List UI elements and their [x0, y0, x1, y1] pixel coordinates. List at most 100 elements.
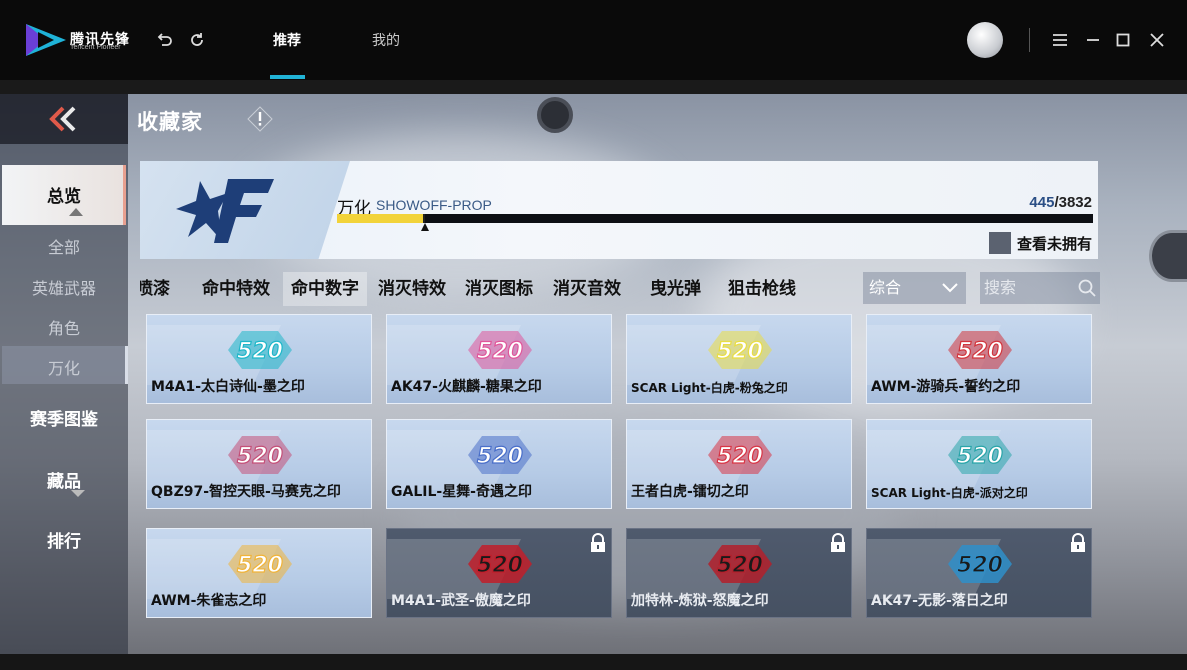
item-card-name: 加特林-炼狱-怒魔之印: [631, 593, 769, 609]
sort-dropdown[interactable]: 综合: [863, 272, 966, 304]
emblem-number: 520: [957, 444, 1003, 469]
back-button[interactable]: [0, 94, 128, 144]
titlebar-divider: [1029, 28, 1030, 52]
item-card[interactable]: 520 AK47-无影-落日之印: [866, 528, 1092, 618]
item-card-name: AWM-游骑兵-誓约之印: [871, 379, 1021, 395]
brand-subtitle: Tencent Pioneer: [70, 44, 121, 51]
item-card[interactable]: 520 加特林-炼狱-怒魔之印: [626, 528, 852, 618]
left-nav: 总览 全部 英雄武器 角色 万化 赛季图鉴 藏品 排行: [0, 94, 128, 654]
nav-overview[interactable]: 总览: [0, 182, 128, 207]
nav-season-catalog[interactable]: 赛季图鉴: [0, 405, 128, 430]
search-input[interactable]: 搜索: [980, 272, 1100, 304]
emblem-number: 520: [237, 339, 283, 364]
item-card[interactable]: 520 SCAR Light-白虎-派对之印: [866, 419, 1092, 509]
hit-number-emblem-icon: 520: [948, 331, 1012, 369]
emblem-number: 520: [717, 553, 763, 578]
hit-number-emblem-icon: 520: [948, 545, 1012, 583]
camera-control-button[interactable]: [537, 97, 573, 133]
search-placeholder: 搜索: [984, 278, 1017, 297]
collection-banner: 万化 SHOWOFF-PROP 445/3832 查看未拥有: [140, 161, 1098, 259]
info-icon[interactable]: [247, 106, 273, 132]
item-card[interactable]: 520 AWM-游骑兵-誓约之印: [866, 314, 1092, 404]
tab-mine[interactable]: 我的: [372, 30, 400, 50]
item-card[interactable]: 520 AK47-火麒麟-糖果之印: [386, 314, 612, 404]
lock-icon: [591, 533, 605, 552]
item-card-name: M4A1-武圣-傲魔之印: [391, 593, 531, 609]
tencent-pioneer-logo-icon: [26, 24, 66, 56]
refresh-icon[interactable]: [187, 30, 207, 50]
item-card-name: SCAR Light-白虎-派对之印: [871, 486, 1028, 500]
active-tab-indicator: [270, 75, 305, 79]
page-title: 收藏家: [137, 110, 203, 134]
caret-up-icon: [69, 208, 83, 216]
emblem-number: 520: [477, 553, 523, 578]
item-card-name: AK47-火麒麟-糖果之印: [391, 379, 542, 395]
filter-bar: 喷漆 命中特效 命中数字 消灭特效 消灭图标 消灭音效 曳光弹 狙击枪线 综合 …: [140, 272, 1100, 308]
minimize-icon[interactable]: [1083, 30, 1103, 50]
undo-icon[interactable]: [155, 30, 175, 50]
total-count: /3832: [1054, 194, 1092, 211]
avatar[interactable]: [967, 22, 1003, 58]
close-icon[interactable]: [1147, 30, 1167, 50]
item-card[interactable]: 520 M4A1-武圣-傲魔之印: [386, 528, 612, 618]
lock-icon: [1071, 533, 1085, 552]
filter-tab-kill-icon[interactable]: 消灭图标: [465, 272, 533, 306]
hit-number-emblem-icon: 520: [228, 436, 292, 474]
item-card[interactable]: 520 王者白虎-镭切之印: [626, 419, 852, 509]
show-unowned-label: 查看未拥有: [1016, 234, 1092, 253]
filter-tab-hit-number[interactable]: 命中数字: [283, 272, 367, 306]
item-card[interactable]: 520 SCAR Light-白虎-粉兔之印: [626, 314, 852, 404]
menu-icon[interactable]: [1050, 30, 1070, 50]
item-card-name: 王者白虎-镭切之印: [631, 484, 749, 500]
bottom-strip: [0, 654, 1187, 670]
hit-number-emblem-icon: 520: [708, 545, 772, 583]
back-chevron-icon: [49, 106, 76, 132]
hit-number-emblem-icon: 520: [708, 331, 772, 369]
item-card-name: QBZ97-智控天眼-马赛克之印: [151, 484, 341, 500]
filter-tab-kill-effect[interactable]: 消灭特效: [378, 272, 446, 306]
emblem-number: 520: [237, 444, 283, 469]
maximize-icon[interactable]: [1113, 30, 1133, 50]
item-card[interactable]: 520 GALIL-星舞-奇遇之印: [386, 419, 612, 509]
item-card[interactable]: 520 QBZ97-智控天眼-马赛克之印: [146, 419, 372, 509]
owned-count: 445: [1029, 194, 1055, 211]
emblem-number: 520: [717, 339, 763, 364]
filter-tab-spray[interactable]: 喷漆: [140, 272, 170, 306]
item-card-name: M4A1-太白诗仙-墨之印: [151, 379, 305, 395]
emblem-number: 520: [957, 553, 1003, 578]
collection-progress-bar: [337, 214, 1093, 223]
hit-number-emblem-icon: 520: [228, 545, 292, 583]
hit-number-emblem-icon: 520: [468, 545, 532, 583]
item-card-name: GALIL-星舞-奇遇之印: [391, 484, 532, 500]
collection-progress-fill: [337, 214, 425, 223]
banner-category-name-en: SHOWOFF-PROP: [376, 197, 492, 213]
side-drawer-handle[interactable]: [1149, 230, 1187, 282]
nav-sub-characters[interactable]: 角色: [0, 315, 128, 339]
emblem-number: 520: [717, 444, 763, 469]
progress-marker-icon: [420, 223, 429, 231]
filter-tab-kill-sound[interactable]: 消灭音效: [553, 272, 621, 306]
filter-tab-hit-effect[interactable]: 命中特效: [202, 272, 270, 306]
item-card-name: AWM-朱雀志之印: [151, 593, 267, 609]
caret-down-icon: [71, 490, 85, 497]
show-unowned-toggle[interactable]: 查看未拥有: [988, 232, 1092, 254]
lock-icon: [831, 533, 845, 552]
nav-sub-wanhua[interactable]: 万化: [0, 355, 128, 379]
tab-recommend[interactable]: 推荐: [273, 30, 301, 50]
nav-ranking[interactable]: 排行: [0, 527, 128, 552]
nav-sub-all[interactable]: 全部: [0, 234, 128, 258]
hit-number-emblem-icon: 520: [948, 436, 1012, 474]
show-unowned-checkbox[interactable]: [988, 232, 1011, 254]
sort-dropdown-value: 综合: [869, 278, 902, 297]
app-titlebar: 腾讯先锋 Tencent Pioneer 推荐 我的: [0, 0, 1187, 80]
filter-tab-tracer[interactable]: 曳光弹: [650, 272, 701, 306]
search-icon[interactable]: [1078, 279, 1096, 297]
hit-number-emblem-icon: 520: [468, 436, 532, 474]
nav-collection[interactable]: 藏品: [0, 467, 128, 492]
nav-sub-hero-weapons[interactable]: 英雄武器: [0, 275, 128, 299]
emblem-number: 520: [477, 339, 523, 364]
item-card[interactable]: 520 M4A1-太白诗仙-墨之印: [146, 314, 372, 404]
titlebar-strip: [0, 80, 1187, 94]
item-card[interactable]: 520 AWM-朱雀志之印: [146, 528, 372, 618]
filter-tab-sniper-line[interactable]: 狙击枪线: [728, 272, 796, 306]
